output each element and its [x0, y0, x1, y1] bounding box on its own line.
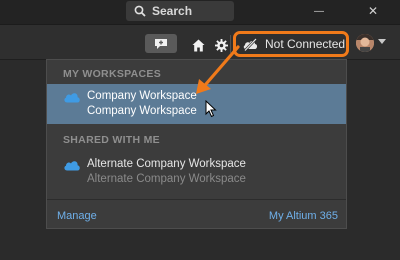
connection-status-label: Not Connected — [265, 37, 346, 51]
workspace-name: Company Workspace — [87, 90, 197, 102]
toolbar: Not Connected — [0, 25, 400, 60]
dropdown-divider — [47, 199, 346, 200]
workspace-subtitle: Company Workspace — [87, 105, 197, 117]
gear-icon — [214, 38, 228, 52]
workspace-dropdown: MY WORKSPACES Company Workspace Company … — [46, 59, 347, 229]
search-icon — [134, 5, 146, 17]
chevron-down-icon[interactable] — [378, 39, 386, 45]
user-avatar[interactable] — [356, 34, 374, 52]
search-placeholder: Search — [152, 4, 193, 18]
close-button[interactable]: ✕ — [362, 2, 384, 20]
shared-workspace-item[interactable]: Alternate Company Workspace Alternate Co… — [63, 157, 246, 187]
close-icon: ✕ — [367, 4, 379, 18]
my-altium-365-link[interactable]: My Altium 365 — [269, 210, 338, 222]
manage-link[interactable]: Manage — [57, 210, 97, 222]
chat-add-button[interactable] — [145, 34, 177, 53]
home-button[interactable] — [190, 37, 206, 53]
title-bar: Search — ✕ — [0, 0, 400, 25]
toolbar-separator — [230, 35, 231, 53]
mouse-cursor-icon — [205, 100, 217, 118]
shared-workspace-subtitle: Alternate Company Workspace — [87, 173, 246, 185]
shared-with-me-heading: SHARED WITH ME — [63, 134, 160, 146]
workspace-item[interactable]: Company Workspace Company Workspace — [63, 89, 197, 119]
minimize-button[interactable]: — — [308, 2, 330, 20]
cloud-off-icon — [243, 37, 258, 51]
home-icon — [192, 39, 204, 51]
minimize-icon: — — [314, 5, 324, 17]
search-box[interactable]: Search — [126, 1, 234, 21]
my-workspaces-heading: MY WORKSPACES — [63, 68, 162, 80]
chat-add-icon — [155, 38, 167, 49]
connection-status-button[interactable]: Not Connected — [233, 31, 349, 57]
settings-button[interactable] — [213, 37, 229, 53]
user-avatar-icon — [356, 34, 374, 52]
cloud-icon — [64, 93, 80, 103]
cloud-icon — [64, 161, 80, 171]
shared-workspace-name: Alternate Company Workspace — [87, 158, 246, 170]
